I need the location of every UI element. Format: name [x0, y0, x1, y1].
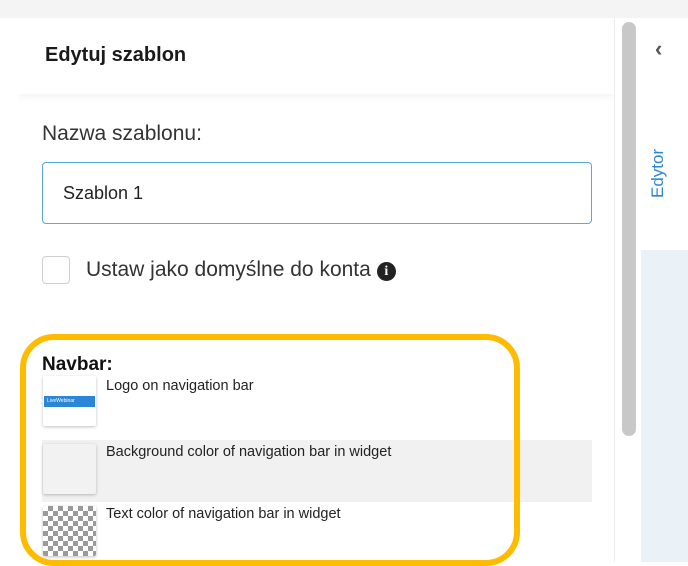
edit-template-panel: Edytuj szablon Nazwa szablonu: Ustaw jak… — [18, 18, 614, 562]
panel-scrollbar-thumb[interactable] — [622, 22, 636, 436]
chevron-left-icon[interactable]: ‹ — [655, 36, 662, 62]
text-color-swatch[interactable] — [43, 506, 96, 556]
tab-editor[interactable]: Edytor — [648, 149, 668, 198]
panel-header: Edytuj szablon — [18, 18, 614, 94]
default-account-label[interactable]: Ustaw jako domyślne do konta i — [86, 258, 396, 282]
right-preview-area — [641, 250, 688, 562]
top-background — [0, 0, 688, 18]
navbar-text-color-option[interactable]: Text color of navigation bar in widget — [42, 502, 592, 562]
logo-thumbnail[interactable]: LiveWebinar — [43, 376, 96, 426]
navbar-background-color-option[interactable]: Background color of navigation bar in wi… — [42, 440, 592, 502]
panel-title: Edytuj szablon — [45, 44, 187, 66]
logo-text: LiveWebinar — [47, 398, 75, 404]
navbar-logo-option[interactable]: LiveWebinar Logo on navigation bar — [42, 372, 592, 434]
template-name-label: Nazwa szablonu: — [42, 122, 202, 145]
livewebinar-logo: LiveWebinar — [44, 396, 95, 407]
template-name-input[interactable] — [42, 162, 592, 224]
background-color-swatch[interactable] — [43, 444, 96, 494]
default-account-checkbox[interactable] — [42, 256, 70, 284]
navbar-logo-label: Logo on navigation bar — [106, 378, 254, 394]
info-icon[interactable]: i — [376, 262, 396, 281]
navbar-background-color-label: Background color of navigation bar in wi… — [106, 444, 392, 460]
default-account-text: Ustaw jako domyślne do konta — [86, 258, 371, 281]
navbar-text-color-label: Text color of navigation bar in widget — [106, 506, 341, 522]
